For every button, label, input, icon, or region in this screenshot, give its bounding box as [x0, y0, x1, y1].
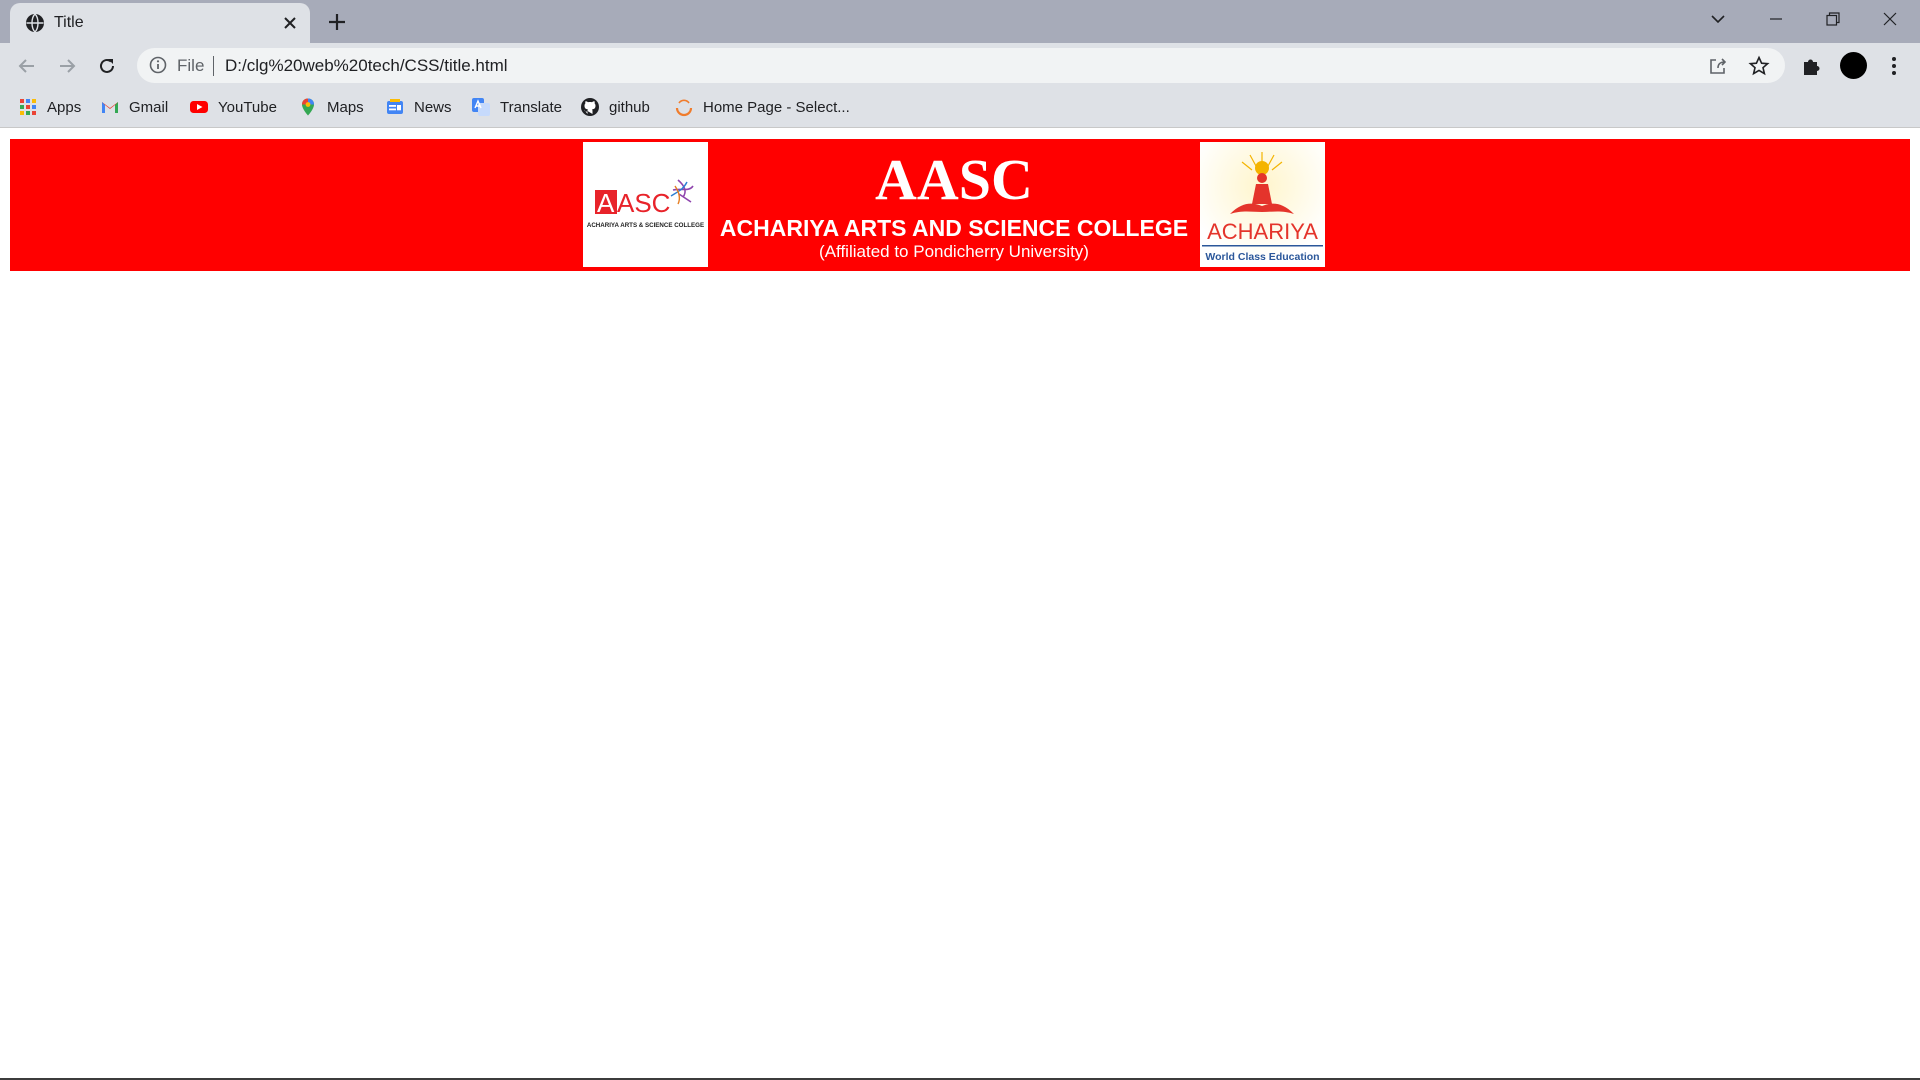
- achariya-logo: ACHARIYA World Class Education: [1200, 142, 1325, 267]
- puzzle-icon[interactable]: [1800, 54, 1824, 78]
- url-text[interactable]: D:/clg%20web%20tech/CSS/title.html: [225, 55, 508, 76]
- more-vert-icon[interactable]: [1882, 54, 1906, 78]
- achariya-logo-image: ACHARIYA World Class Education: [1200, 142, 1325, 267]
- reload-button[interactable]: [91, 50, 123, 82]
- svg-text:ASC: ASC: [617, 188, 670, 218]
- maps-icon: [302, 98, 314, 116]
- home-page-icon: [675, 99, 693, 117]
- bookmark-label: Gmail: [129, 98, 169, 116]
- aasc-logo-image: A ASC ACHARIYA ARTS & SCIENCE COLLEGE: [587, 179, 704, 229]
- browser-toolbar: File D:/clg%20web%20tech/CSS/title.html: [0, 43, 1920, 88]
- college-name: ACHARIYA ARTS AND SCIENCE COLLEGE: [719, 215, 1189, 241]
- tab-title: Title: [54, 14, 84, 31]
- reload-icon: [100, 58, 114, 73]
- page-viewport: A ASC ACHARIYA ARTS & SCIENCE COLLEGE AA…: [0, 128, 1920, 1080]
- achariya-logo-text: ACHARIYA: [1207, 219, 1318, 244]
- aasc-logo-caption: ACHARIYA ARTS & SCIENCE COLLEGE: [587, 222, 704, 229]
- bookmark-maps[interactable]: Maps: [298, 94, 364, 120]
- bookmark-label: YouTube: [218, 98, 277, 116]
- restore-icon: [1826, 12, 1840, 26]
- chevron-down-icon: [1711, 15, 1725, 24]
- affiliation-text: (Affiliated to Pondicherry University): [819, 242, 1089, 261]
- bookmark-label: github: [609, 98, 650, 116]
- bookmark-label: Apps: [47, 98, 82, 116]
- close-window-button[interactable]: [1862, 0, 1918, 38]
- bookmark-youtube[interactable]: YouTube: [189, 94, 277, 120]
- bookmark-news[interactable]: News: [385, 94, 452, 120]
- url-scheme-label: File: [177, 56, 205, 75]
- browser-tab[interactable]: Title: [10, 3, 310, 43]
- back-button[interactable]: [11, 50, 43, 82]
- achariya-logo-caption: World Class Education: [1205, 251, 1319, 263]
- globe-icon: [26, 13, 44, 33]
- bookmark-label: News: [414, 98, 452, 116]
- bookmark-translate[interactable]: Translate: [471, 94, 562, 120]
- close-icon[interactable]: [280, 13, 300, 33]
- gmail-icon: [102, 102, 118, 113]
- bookmark-home-page[interactable]: Home Page - Select...: [674, 94, 850, 120]
- info-icon[interactable]: [149, 56, 167, 74]
- tab-strip: Title: [0, 0, 1920, 43]
- bookmark-label: Translate: [500, 98, 562, 116]
- arrow-right-icon: [60, 59, 76, 73]
- bookmark-star-icon[interactable]: [1748, 55, 1770, 77]
- new-tab-button[interactable]: [323, 8, 351, 36]
- youtube-icon: [190, 101, 208, 113]
- banner-title: AASC: [875, 147, 1033, 212]
- url-separator: [213, 56, 214, 76]
- translate-icon: [472, 98, 490, 116]
- bookmark-github[interactable]: github: [580, 94, 650, 120]
- apps-grid-icon: [20, 99, 36, 115]
- close-icon: [1883, 12, 1897, 26]
- tab-search-button[interactable]: [1690, 0, 1746, 38]
- college-banner: A ASC ACHARIYA ARTS & SCIENCE COLLEGE AA…: [10, 139, 1910, 271]
- minimize-icon: [1770, 18, 1782, 20]
- bookmarks-bar: Apps Gmail YouTube Maps News Translate g…: [0, 88, 1920, 128]
- bookmark-label: Maps: [327, 98, 364, 116]
- address-bar[interactable]: File D:/clg%20web%20tech/CSS/title.html: [137, 48, 1785, 83]
- bookmark-apps[interactable]: Apps: [18, 94, 81, 120]
- bookmark-gmail[interactable]: Gmail: [100, 94, 168, 120]
- profile-avatar[interactable]: [1840, 52, 1867, 79]
- svg-text:A: A: [597, 188, 615, 218]
- arrow-left-icon: [18, 59, 34, 73]
- news-icon: [387, 99, 403, 114]
- forward-button[interactable]: [51, 50, 83, 82]
- restore-button[interactable]: [1805, 0, 1861, 38]
- minimize-button[interactable]: [1748, 0, 1804, 38]
- github-icon: [581, 98, 599, 116]
- aasc-logo: A ASC ACHARIYA ARTS & SCIENCE COLLEGE: [583, 142, 708, 267]
- bookmark-label: Home Page - Select...: [703, 98, 850, 116]
- share-icon[interactable]: [1707, 55, 1729, 77]
